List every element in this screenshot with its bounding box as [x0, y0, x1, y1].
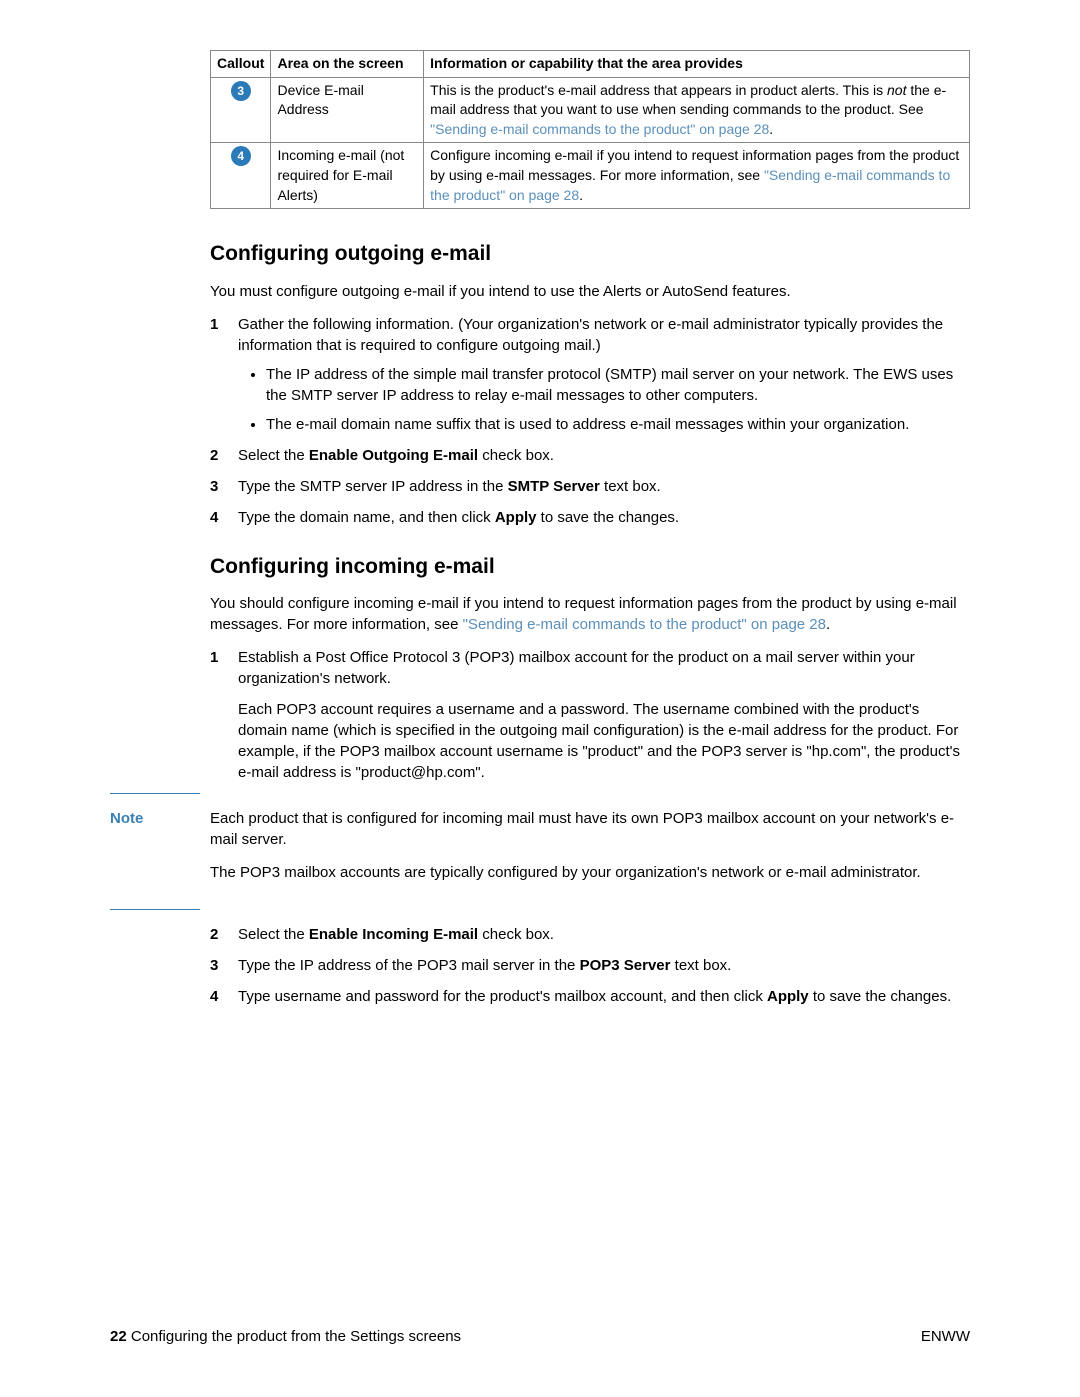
link-sending-email[interactable]: "Sending e-mail commands to the product"…: [463, 616, 826, 633]
note-p2: The POP3 mailbox accounts are typically …: [210, 862, 970, 883]
list-item: 2Select the Enable Incoming E-mail check…: [210, 924, 970, 945]
note-block: Note Each product that is configured for…: [110, 808, 970, 895]
page-footer: 22 Configuring the product from the Sett…: [110, 1326, 970, 1347]
link-sending-email[interactable]: "Sending e-mail commands to the product"…: [430, 121, 769, 137]
note-rule-bottom: [110, 909, 200, 910]
footer-right: ENWW: [921, 1326, 970, 1347]
area-cell: Incoming e-mail (not required for E-mail…: [271, 143, 424, 209]
th-callout: Callout: [211, 51, 271, 78]
heading-incoming: Configuring incoming e-mail: [210, 552, 970, 581]
intro-outgoing: You must configure outgoing e-mail if yo…: [210, 281, 970, 302]
table-row: 4 Incoming e-mail (not required for E-ma…: [211, 143, 970, 209]
list-item: 4Type the domain name, and then click Ap…: [210, 507, 970, 528]
area-cell: Device E-mail Address: [271, 77, 424, 143]
step1-para: Each POP3 account requires a username an…: [238, 699, 970, 783]
table-row: 3 Device E-mail Address This is the prod…: [211, 77, 970, 143]
info-cell: This is the product's e-mail address tha…: [424, 77, 970, 143]
callout-badge: 4: [231, 146, 251, 166]
list-item: 3Type the SMTP server IP address in the …: [210, 476, 970, 497]
th-info: Information or capability that the area …: [424, 51, 970, 78]
chapter-title: Configuring the product from the Setting…: [127, 1328, 461, 1345]
heading-outgoing: Configuring outgoing e-mail: [210, 239, 970, 268]
note-rule-top: [110, 793, 200, 794]
bullet-item: The IP address of the simple mail transf…: [266, 364, 970, 406]
intro-incoming: You should configure incoming e-mail if …: [210, 593, 970, 635]
note-label: Note: [110, 808, 210, 895]
th-area: Area on the screen: [271, 51, 424, 78]
callout-table: Callout Area on the screen Information o…: [210, 50, 970, 209]
bullet-item: The e-mail domain name suffix that is us…: [266, 414, 970, 435]
list-item: 1Gather the following information. (Your…: [210, 314, 970, 435]
list-item: 2Select the Enable Outgoing E-mail check…: [210, 445, 970, 466]
list-item: 1Establish a Post Office Protocol 3 (POP…: [210, 647, 970, 783]
list-item: 3Type the IP address of the POP3 mail se…: [210, 955, 970, 976]
note-p1: Each product that is configured for inco…: [210, 808, 970, 850]
callout-badge: 3: [231, 81, 251, 101]
page-number: 22: [110, 1328, 127, 1345]
info-cell: Configure incoming e-mail if you intend …: [424, 143, 970, 209]
list-item: 4Type username and password for the prod…: [210, 986, 970, 1007]
